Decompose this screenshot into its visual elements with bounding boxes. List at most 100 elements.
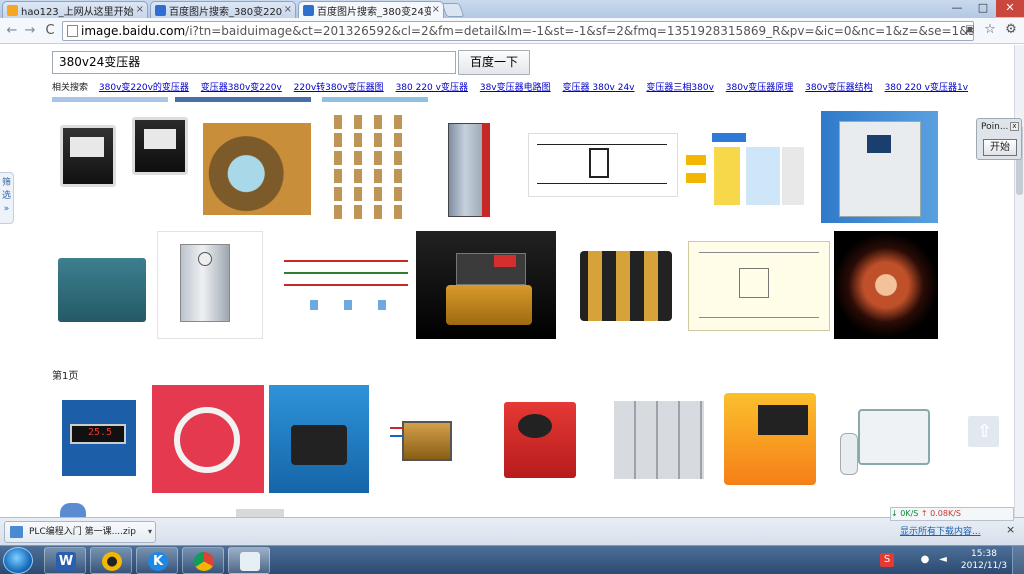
taskbar: W ● K S ● ◄ 15:38 2012/11/3 [0, 545, 1024, 574]
tab-close-icon[interactable]: × [284, 4, 292, 15]
taskbar-word[interactable]: W [44, 547, 86, 574]
browser-tab-strip: hao123_上网从这里开始 × 百度图片搜索_380变220变 × 百度图片搜… [0, 0, 1024, 18]
page-action-icon[interactable]: ▣ [962, 22, 978, 38]
zip-file-icon [10, 526, 23, 538]
related-link[interactable]: 220v转380v变压器图 [294, 83, 384, 93]
kugou-icon: K [148, 552, 168, 571]
image-result-three-phase-transformer[interactable] [416, 231, 556, 339]
forward-button[interactable]: → [22, 23, 38, 39]
clock-time: 15:38 [971, 549, 997, 559]
related-link[interactable]: 380v变压器原理 [726, 83, 794, 93]
download-shelf: PLC编程入门 第一课....zip ▾ [0, 517, 1024, 545]
image-result-explosion-proof-box[interactable] [52, 248, 152, 334]
close-window-button[interactable]: ✕ [996, 0, 1024, 17]
image-result-transformer-catalog[interactable] [328, 111, 412, 223]
image-result-small-transformer[interactable] [374, 385, 480, 493]
baidu-favicon-icon [303, 4, 314, 16]
image-result-yellow-welder[interactable] [718, 385, 822, 493]
related-link[interactable]: 变压器 380v 24v [563, 83, 635, 93]
start-button[interactable]: 开始 [983, 139, 1017, 156]
tab-image-search-24[interactable]: 百度图片搜索_380变24变压 × [298, 1, 444, 18]
image-result-transformer-pair[interactable] [52, 111, 198, 223]
related-link[interactable]: 380 220 v变压器1v [885, 83, 968, 93]
dropdown-arrow-icon[interactable]: ▾ [148, 522, 152, 542]
tab-close-icon[interactable]: × [136, 4, 144, 15]
related-link[interactable]: 380v变220v的变压器 [99, 83, 189, 93]
image-result-coil-transformer[interactable] [574, 231, 678, 339]
vertical-scrollbar[interactable] [1014, 45, 1024, 517]
image-result-partial[interactable] [60, 503, 86, 517]
related-link[interactable]: 380v变压器结构 [805, 83, 873, 93]
related-link[interactable]: 380 220 v变压器 [396, 83, 468, 93]
web-page: 380v24变压器 百度一下 相关搜索 380v变220v的变压器 变压器380… [0, 45, 1014, 517]
show-desktop-button[interactable] [1012, 546, 1024, 574]
image-result-schematic[interactable] [688, 241, 830, 331]
download-item[interactable]: PLC编程入门 第一课....zip ▾ [4, 521, 156, 543]
taskbar-kugou[interactable]: K [136, 547, 178, 574]
image-result-control-box[interactable] [821, 111, 938, 223]
url-host: image.baidu.com [81, 24, 186, 38]
filter-side-tab[interactable]: 筛选» [0, 172, 14, 224]
bookmark-star-icon[interactable]: ☆ [982, 22, 998, 38]
search-button[interactable]: 百度一下 [458, 50, 530, 75]
image-result-power-adapter[interactable] [269, 385, 369, 493]
image-result-glowing-orb[interactable] [834, 231, 938, 339]
upload-speed: ↑ 0.08K/S [920, 509, 961, 518]
tab-image-search-220[interactable]: 百度图片搜索_380变220变 × [150, 1, 296, 18]
image-result-wiring-diagram[interactable] [270, 250, 412, 320]
network-speed-indicator: ↓ 0K/S ↑ 0.08K/S [890, 507, 1014, 521]
maximize-button[interactable]: □ [970, 0, 996, 17]
related-searches: 相关搜索 380v变220v的变压器 变压器380v变220v 220v转380… [52, 80, 977, 94]
volume-icon[interactable]: ◄ [936, 553, 950, 567]
search-input[interactable]: 380v24变压器 [52, 51, 456, 74]
image-result-remote-relay[interactable] [832, 385, 938, 493]
show-all-downloads-link[interactable]: 显示所有下载内容... [900, 524, 981, 537]
clock-date: 2012/11/3 [960, 561, 1008, 571]
start-menu-button[interactable] [3, 547, 33, 574]
back-button[interactable]: ← [4, 23, 20, 39]
tab-close-icon[interactable]: × [432, 4, 440, 15]
image-result-cabinet[interactable] [420, 111, 518, 223]
close-download-shelf-icon[interactable]: × [1006, 523, 1015, 536]
wrench-menu-icon[interactable]: ⚙ [1003, 22, 1019, 38]
download-filename: PLC编程入门 第一课....zip [29, 527, 136, 537]
image-edge [175, 97, 311, 102]
taskbar-chrome[interactable] [182, 547, 224, 574]
qq-tray-icon[interactable]: ● [918, 553, 932, 567]
image-result-digital-meter[interactable]: 25.5 [62, 400, 136, 476]
chrome-icon [194, 552, 214, 571]
pointer-tool-window: Poin... x 开始 [976, 118, 1022, 160]
image-result-partial[interactable] [236, 509, 284, 517]
image-result-control-panel[interactable] [157, 231, 263, 339]
screen: hao123_上网从这里开始 × 百度图片搜索_380变220变 × 百度图片搜… [0, 0, 1024, 574]
related-link[interactable]: 变压器380v变220v [201, 83, 282, 93]
image-result-motor[interactable] [203, 123, 311, 215]
image-result-red-welder[interactable] [494, 390, 586, 488]
address-bar[interactable]: image.baidu.com/i?tn=baiduimage&ct=20132… [62, 21, 974, 41]
tab-hao123[interactable]: hao123_上网从这里开始 × [2, 1, 148, 18]
minimize-button[interactable]: — [944, 0, 970, 17]
image-result-circuit-diagram[interactable] [528, 133, 678, 197]
new-tab-button[interactable] [441, 3, 465, 17]
related-link[interactable]: 变压器三相380v [646, 83, 714, 93]
back-to-top-button[interactable]: ⇧ [968, 416, 999, 447]
taskbar-paint[interactable] [228, 547, 270, 574]
word-icon: W [56, 552, 76, 571]
image-result-switchgear[interactable] [610, 397, 708, 485]
taskbar-qq[interactable]: ● [90, 547, 132, 574]
tab-title: 百度图片搜索_380变220变 [169, 6, 283, 18]
url-path: /i?tn=baiduimage&ct=201326592&cl=2&fm=de… [185, 24, 974, 38]
reload-button[interactable]: C [42, 23, 58, 39]
image-result-wire-clamp[interactable] [152, 385, 264, 493]
related-label: 相关搜索 [52, 83, 89, 93]
related-link[interactable]: 38v变压器电路图 [480, 83, 551, 93]
image-result-flowchart[interactable] [682, 129, 808, 209]
sogou-input-icon[interactable]: S [880, 553, 894, 567]
image-edge [322, 97, 428, 102]
close-icon[interactable]: x [1010, 122, 1019, 131]
system-clock[interactable]: 15:38 2012/11/3 [960, 548, 1008, 572]
browser-toolbar: ← → C image.baidu.com/i?tn=baiduimage&ct… [0, 18, 1024, 44]
tab-title: hao123_上网从这里开始 [21, 6, 134, 18]
paint-icon [240, 552, 260, 571]
page-icon [67, 25, 78, 37]
